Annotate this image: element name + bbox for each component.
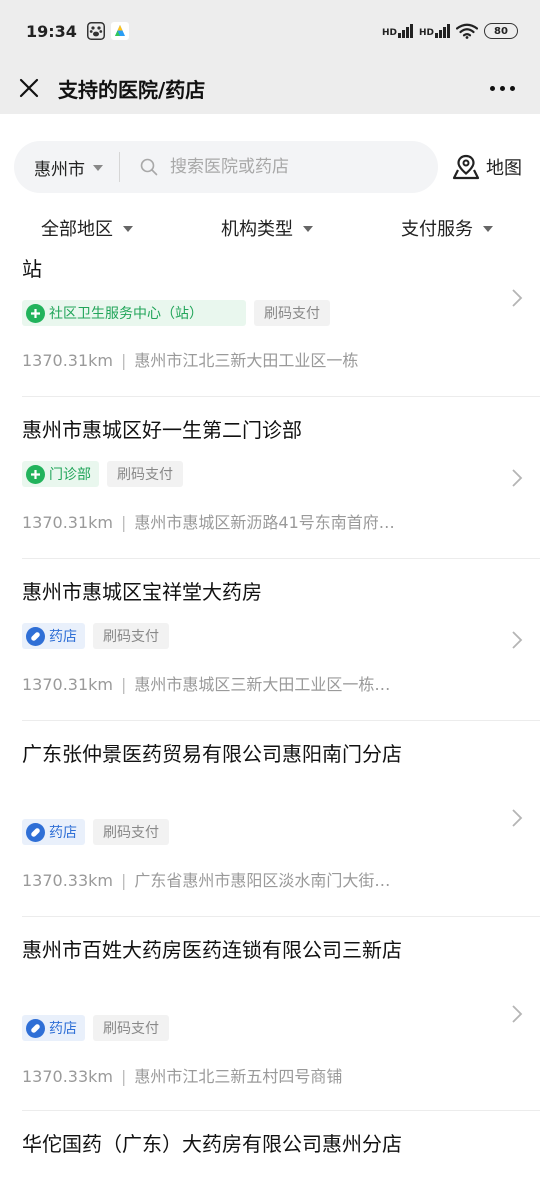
search-box: 惠州市 (14, 141, 438, 193)
city-label: 惠州市 (34, 159, 85, 180)
plus-cross-icon (26, 303, 45, 323)
chevron-right-icon (512, 469, 523, 487)
map-pin-icon (452, 154, 480, 180)
close-button[interactable] (0, 62, 58, 114)
paw-icon (86, 22, 105, 40)
type-tag: 门诊部 (22, 461, 99, 487)
item-distance: 1370.31km (22, 351, 114, 370)
pill-icon (26, 1018, 45, 1038)
item-title: 惠州市惠城区宝祥堂大药房 (22, 580, 262, 604)
item-title: 惠州市百姓大药房医药连锁有限公司三新店 (22, 938, 402, 962)
title-bar: 支持的医院/药店 (0, 62, 540, 114)
chevron-down-icon (303, 226, 313, 232)
wifi-icon (456, 23, 478, 39)
institution-list: 站 社区卫生服务中心（站） 刷码支付 1370.31km | 惠州市江北三新大田工业… (0, 246, 540, 1200)
search-field[interactable] (120, 157, 438, 177)
pill-icon (26, 626, 45, 646)
pay-tag: 刷码支付 (93, 1015, 169, 1041)
search-row: 惠州市 地图 (0, 140, 540, 194)
type-tag: 药店 (22, 1015, 85, 1041)
item-distance: 1370.31km (22, 513, 114, 532)
item-title: 站 (22, 257, 42, 281)
list-item[interactable]: 站 社区卫生服务中心（站） 刷码支付 1370.31km | 惠州市江北三新大田工业… (0, 246, 540, 397)
item-meta: 1370.33km | 广东省惠州市惠阳区淡水南门大街… (22, 871, 391, 890)
filter-region-label: 全部地区 (41, 219, 113, 240)
filter-type-label: 机构类型 (221, 219, 293, 240)
type-tag: 社区卫生服务中心（站） (22, 300, 246, 326)
pay-tag: 刷码支付 (107, 461, 183, 487)
map-label: 地图 (486, 158, 522, 179)
status-right: HD HD 80 (382, 23, 518, 39)
type-tag-label: 社区卫生服务中心（站） (49, 306, 203, 322)
filter-payment-service[interactable]: 支付服务 (401, 215, 493, 241)
status-bar: 19:34 HD HD 80 (0, 0, 540, 62)
item-tags: 社区卫生服务中心（站） 刷码支付 (22, 300, 330, 326)
filter-bar: 全部地区 机构类型 支付服务 (0, 206, 540, 246)
battery-icon: 80 (484, 23, 518, 39)
close-icon (19, 78, 39, 98)
filter-region[interactable]: 全部地区 (41, 215, 133, 241)
chevron-right-icon (512, 289, 523, 307)
pay-tag: 刷码支付 (93, 623, 169, 649)
item-distance: 1370.33km (22, 1067, 114, 1086)
list-item[interactable]: 华佗国药（广东）大药房有限公司惠州分店 (0, 1111, 540, 1200)
pill-icon (26, 822, 45, 842)
item-tags: 药店 刷码支付 (22, 623, 169, 649)
item-meta: 1370.31km | 惠州市江北三新大田工业区一栋 (22, 351, 359, 370)
item-meta: 1370.31km | 惠州市惠城区新沥路41号东南首府… (22, 513, 395, 532)
search-input[interactable] (170, 157, 400, 177)
type-tag-label: 药店 (49, 1021, 77, 1037)
type-tag: 药店 (22, 623, 85, 649)
type-tag: 药店 (22, 819, 85, 845)
item-title: 华佗国药（广东）大药房有限公司惠州分店 (22, 1132, 402, 1156)
more-icon-dot (509, 85, 515, 91)
pay-tag: 刷码支付 (254, 300, 330, 326)
filter-payment-label: 支付服务 (401, 219, 473, 240)
chevron-down-icon (93, 165, 103, 171)
item-address: 惠州市江北三新五村四号商铺 (134, 1067, 343, 1086)
item-address: 惠州市江北三新大田工业区一栋 (134, 351, 359, 370)
chevron-right-icon (512, 1005, 523, 1023)
type-tag-label: 药店 (49, 825, 77, 841)
list-item[interactable]: 惠州市惠城区宝祥堂大药房 药店 刷码支付 1370.31km | 惠州市惠城区三新大… (0, 559, 540, 721)
map-button[interactable]: 地图 (452, 154, 522, 180)
chevron-right-icon (512, 631, 523, 649)
status-time: 19:34 (26, 21, 77, 41)
item-address: 惠州市惠城区三新大田工业区一栋… (134, 675, 391, 694)
more-icon-dot (489, 85, 495, 91)
item-meta: 1370.31km | 惠州市惠城区三新大田工业区一栋… (22, 675, 391, 694)
more-button[interactable] (464, 62, 540, 114)
pay-tag: 刷码支付 (93, 819, 169, 845)
type-tag-label: 门诊部 (49, 467, 91, 483)
item-tags: 药店 刷码支付 (22, 819, 169, 845)
list-item[interactable]: 惠州市百姓大药房医药连锁有限公司三新店 药店 刷码支付 1370.33km | 惠州… (0, 917, 540, 1111)
page-title: 支持的医院/药店 (58, 77, 206, 102)
list-item[interactable]: 惠州市惠城区好一生第二门诊部 门诊部 刷码支付 1370.31km | 惠州市惠城区… (0, 397, 540, 559)
chevron-right-icon (512, 809, 523, 827)
item-distance: 1370.33km (22, 871, 114, 890)
item-tags: 药店 刷码支付 (22, 1015, 169, 1041)
item-title: 惠州市惠城区好一生第二门诊部 (22, 418, 302, 442)
search-icon (140, 158, 158, 176)
more-icon-dot (499, 85, 505, 91)
item-address: 广东省惠州市惠阳区淡水南门大街… (134, 871, 391, 890)
app-notification-icon (110, 22, 129, 40)
type-tag-label: 药店 (49, 629, 77, 645)
signal-icon: HD (382, 24, 413, 38)
item-title: 广东张仲景医药贸易有限公司惠阳南门分店 (22, 742, 402, 766)
city-selector[interactable]: 惠州市 (14, 152, 120, 182)
chevron-down-icon (123, 226, 133, 232)
list-item[interactable]: 广东张仲景医药贸易有限公司惠阳南门分店 药店 刷码支付 1370.33km | 广东… (0, 721, 540, 917)
chevron-down-icon (483, 226, 493, 232)
battery-level: 80 (494, 25, 508, 37)
filter-institution-type[interactable]: 机构类型 (221, 215, 313, 241)
item-meta: 1370.33km | 惠州市江北三新五村四号商铺 (22, 1067, 343, 1086)
notification-icons (86, 22, 129, 40)
signal-icon-2: HD (419, 24, 450, 38)
item-address: 惠州市惠城区新沥路41号东南首府… (134, 513, 395, 532)
plus-cross-icon (26, 464, 45, 484)
item-tags: 门诊部 刷码支付 (22, 461, 183, 487)
item-distance: 1370.31km (22, 675, 114, 694)
